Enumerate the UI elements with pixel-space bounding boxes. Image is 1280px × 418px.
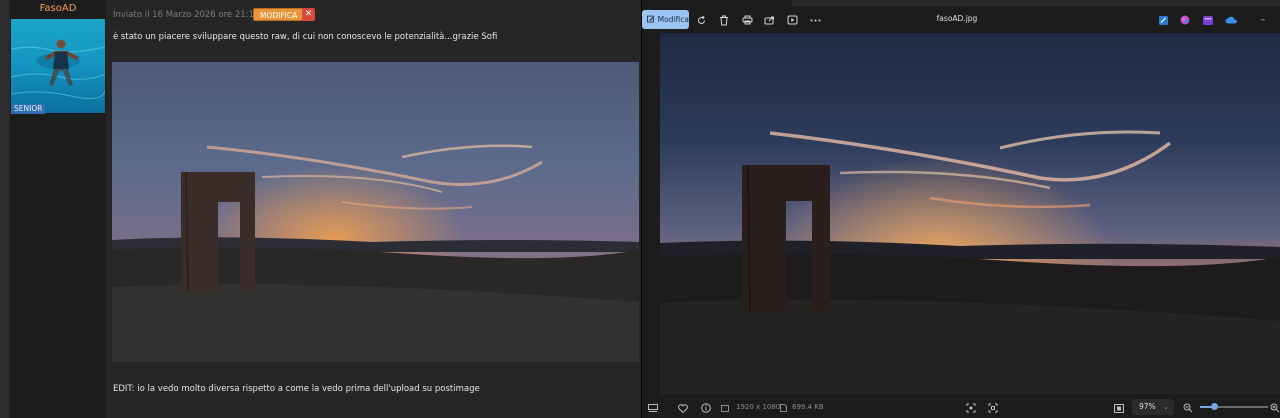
zoom-level: 97%: [1139, 402, 1156, 411]
zoom-slider[interactable]: [1200, 403, 1268, 410]
info-icon[interactable]: [697, 399, 715, 417]
app-blue-icon[interactable]: [1154, 11, 1172, 29]
rotate-icon[interactable]: [692, 11, 710, 29]
image-resolution: 1920 x 1080: [736, 403, 781, 411]
share-icon[interactable]: [760, 11, 778, 29]
post-photo[interactable]: [112, 62, 639, 362]
filmstrip-icon[interactable]: [644, 399, 662, 417]
file-size: 699.4 KB: [792, 403, 824, 411]
viewer-statusbar: 1920 x 1080 699.4 KB 97% ⌄: [642, 396, 1280, 418]
file-size-icon: [778, 399, 788, 417]
file-title: fasoAD.jpg: [936, 14, 978, 23]
user-column: FasoAD SENIOR: [10, 0, 106, 418]
viewer-image[interactable]: [660, 33, 1280, 394]
left-strip: [0, 0, 10, 418]
minimize-button[interactable]: –: [1254, 11, 1272, 29]
zoom-slider-thumb[interactable]: [1210, 403, 1218, 410]
app-copilot-icon[interactable]: [1176, 11, 1194, 29]
rank-badge: SENIOR: [11, 104, 46, 114]
zoom-in-icon[interactable]: [1270, 399, 1280, 417]
avatar[interactable]: [11, 19, 105, 113]
edit-image-button[interactable]: Modifica: [642, 10, 689, 29]
zoom-level-select[interactable]: 97% ⌄: [1132, 399, 1174, 415]
slideshow-icon[interactable]: [783, 11, 801, 29]
zoom-out-icon[interactable]: [1179, 399, 1197, 417]
window-top-strip: [792, 0, 1280, 6]
username[interactable]: FasoAD: [10, 3, 106, 14]
viewer-toolbar: Modifica fasoAD.jpg –: [642, 8, 1280, 32]
app-clipchamp-icon[interactable]: [1199, 11, 1217, 29]
more-icon[interactable]: [806, 11, 824, 29]
edit-icon: [647, 15, 654, 23]
crop-icon[interactable]: [984, 399, 1002, 417]
actual-size-icon[interactable]: [1110, 399, 1128, 417]
favorite-icon[interactable]: [674, 399, 692, 417]
delete-icon[interactable]: [715, 11, 733, 29]
delete-post-button[interactable]: ✕: [302, 8, 315, 21]
fit-icon[interactable]: [962, 399, 980, 417]
forum-post: FasoAD SENIOR Inviato il 16 Marzo 2026 o…: [0, 0, 641, 418]
chevron-down-icon: ⌄: [1163, 403, 1169, 411]
edit-post-button[interactable]: MODIFICA: [253, 8, 305, 21]
edit-image-label: Modifica: [657, 15, 689, 24]
post-body-text: è stato un piacere sviluppare questo raw…: [113, 32, 498, 42]
post-edit-note: EDIT: io la vedo molto diversa rispetto …: [113, 384, 480, 394]
photo-viewer: Modifica fasoAD.jpg – 1920 x 1080 699.4 …: [642, 0, 1280, 418]
onedrive-icon[interactable]: [1222, 11, 1240, 29]
resolution-icon: [720, 399, 730, 417]
post-timestamp: Inviato il 16 Marzo 2026 ore 21:10: [113, 10, 260, 20]
print-icon[interactable]: [738, 11, 756, 29]
